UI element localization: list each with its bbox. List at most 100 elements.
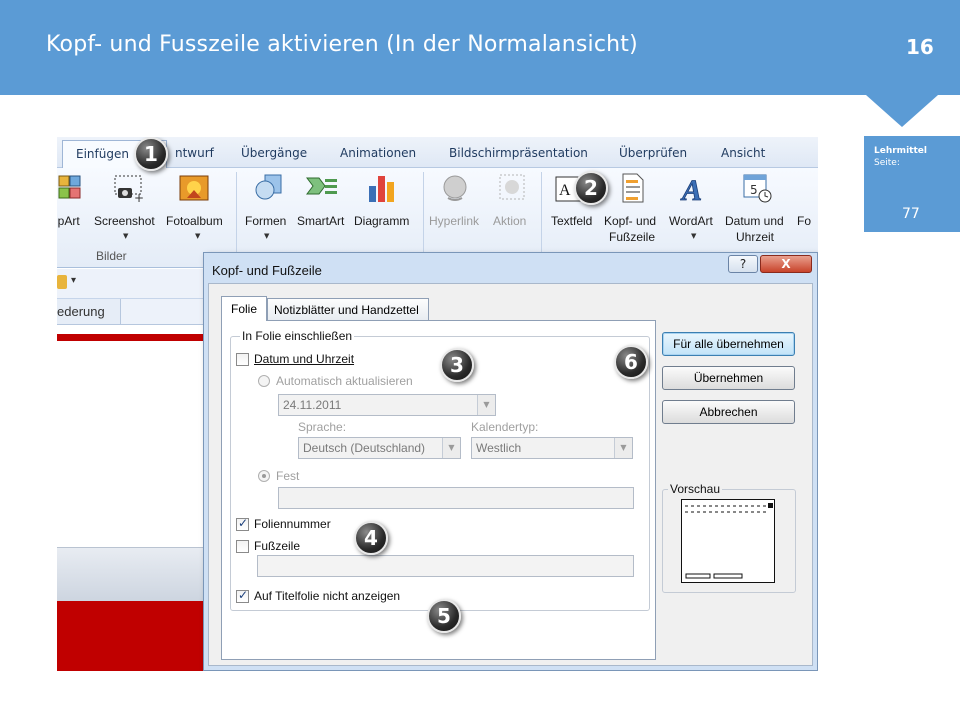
chart-icon[interactable]: [366, 172, 400, 208]
clipart-label[interactable]: ipArt: [57, 214, 80, 228]
slide-number-label[interactable]: Foliennummer: [254, 517, 331, 531]
header-arrow-decoration: [866, 95, 938, 127]
group-separator: [423, 172, 424, 262]
svg-text:5: 5: [750, 183, 758, 197]
chevron-down-icon[interactable]: ▼: [614, 438, 632, 458]
tab-folie-label: Folie: [231, 302, 258, 316]
date-format-select[interactable]: 24.11.2011 ▼: [278, 394, 496, 416]
group-separator: [541, 172, 542, 262]
calendar-value: Westlich: [476, 441, 522, 455]
date-format-value: 24.11.2011: [283, 398, 342, 412]
svg-text:+: +: [134, 191, 144, 204]
tab-notes-label: Notizblätter und Handzettel: [274, 303, 419, 317]
header-footer-label-2[interactable]: Fußzeile: [609, 230, 655, 244]
hide-title-slide-checkbox[interactable]: [236, 588, 249, 603]
date-time-icon[interactable]: 5: [741, 172, 773, 208]
tab-folie[interactable]: Folie: [221, 296, 267, 321]
chevron-down-icon[interactable]: ▼: [477, 395, 495, 415]
shapes-label[interactable]: Formen: [245, 214, 286, 228]
hyperlink-icon[interactable]: [440, 174, 470, 208]
header-footer-label-1[interactable]: Kopf- und: [604, 214, 656, 228]
reference-box: Lehrmittel Seite: 77: [864, 136, 960, 232]
shapes-icon[interactable]: [253, 172, 285, 208]
apply-all-button[interactable]: Für alle übernehmen: [662, 332, 795, 356]
tab-bildschirmpraesentation[interactable]: Bildschirmpräsentation: [449, 146, 588, 160]
smartart-label[interactable]: SmartArt: [297, 214, 344, 228]
screenshot-icon[interactable]: +: [112, 174, 146, 208]
slide-number-checkbox[interactable]: [236, 516, 249, 531]
chart-label[interactable]: Diagramm: [354, 214, 409, 228]
shapes-dropdown-icon[interactable]: ▼: [264, 232, 269, 240]
hide-title-slide-label[interactable]: Auf Titelfolie nicht anzeigen: [254, 589, 400, 603]
wordart-icon[interactable]: A: [679, 172, 709, 208]
fixed-radio[interactable]: [258, 470, 270, 482]
notes-area: [57, 547, 207, 601]
slide-number-label-partial[interactable]: Fo: [797, 214, 811, 228]
slide-header: Kopf- und Fusszeile aktivieren (In der N…: [0, 0, 960, 95]
folder-icon[interactable]: [57, 275, 67, 289]
auto-update-label[interactable]: Automatisch aktualisieren: [276, 374, 413, 388]
include-group-label: In Folie einschließen: [240, 329, 355, 343]
wordart-dropdown-icon[interactable]: ▼: [691, 232, 696, 240]
reference-subtitle: Seite:: [874, 158, 900, 168]
page-number: 16: [906, 35, 934, 59]
date-time-label-2[interactable]: Uhrzeit: [736, 230, 774, 244]
date-time-label-1[interactable]: Datum und: [725, 214, 784, 228]
callout-badge-4: 4: [354, 521, 388, 555]
powerpoint-screenshot: Einfügen ntwurf Übergänge Animationen Bi…: [57, 137, 818, 671]
outline-tab[interactable]: ederung: [57, 299, 121, 325]
ribbon-tab-bar: Einfügen ntwurf Übergänge Animationen Bi…: [57, 137, 818, 169]
tab-notes-handouts[interactable]: Notizblätter und Handzettel: [267, 298, 429, 320]
action-label[interactable]: Aktion: [493, 214, 526, 228]
date-time-label[interactable]: Datum und Uhrzeit: [254, 352, 354, 366]
cancel-button[interactable]: Abbrechen: [662, 400, 795, 424]
photo-album-label[interactable]: Fotoalbum: [166, 214, 223, 228]
auto-update-radio[interactable]: [258, 375, 270, 387]
help-button[interactable]: ?: [728, 255, 758, 273]
language-select[interactable]: Deutsch (Deutschland) ▼: [298, 437, 461, 459]
dialog-title: Kopf- und Fußzeile: [212, 263, 322, 278]
tab-ueberpruefen[interactable]: Überprüfen: [619, 146, 687, 160]
fixed-label[interactable]: Fest: [276, 469, 299, 483]
language-label: Sprache:: [298, 420, 347, 434]
clipart-icon[interactable]: [57, 174, 83, 206]
tab-uebergaenge[interactable]: Übergänge: [241, 146, 307, 160]
photo-album-icon[interactable]: [177, 172, 211, 208]
language-value: Deutsch (Deutschland): [303, 441, 426, 455]
callout-badge-3: 3: [440, 348, 474, 382]
footer-checkbox[interactable]: [236, 540, 249, 553]
wordart-label[interactable]: WordArt: [669, 214, 713, 228]
customize-dropdown-icon[interactable]: ▾: [71, 275, 76, 286]
photo-album-dropdown-icon[interactable]: ▼: [195, 232, 200, 240]
reference-title: Lehrmittel: [874, 146, 927, 156]
tab-entwurf[interactable]: ntwurf: [175, 146, 214, 160]
header-footer-icon[interactable]: [620, 172, 646, 208]
callout-badge-6: 6: [614, 345, 648, 379]
chevron-down-icon[interactable]: ▼: [442, 438, 460, 458]
slide-thumbnail[interactable]: [57, 601, 207, 671]
preview-placeholders: [685, 503, 773, 579]
fixed-date-field[interactable]: [278, 487, 634, 509]
action-icon[interactable]: [497, 172, 527, 208]
svg-text:A: A: [680, 174, 702, 204]
screenshot-label[interactable]: Screenshot: [94, 214, 155, 228]
smartart-icon[interactable]: [305, 174, 339, 206]
tab-animationen[interactable]: Animationen: [340, 146, 416, 160]
tab-einfuegen-label: Einfügen: [76, 147, 129, 161]
screenshot-dropdown-icon[interactable]: ▼: [123, 232, 128, 240]
close-button[interactable]: X: [760, 255, 812, 273]
textbox-label[interactable]: Textfeld: [551, 214, 592, 228]
pane-tab-bar: [121, 299, 211, 325]
svg-text:A: A: [559, 182, 571, 199]
hyperlink-label[interactable]: Hyperlink: [429, 214, 479, 228]
footer-label[interactable]: Fußzeile: [254, 539, 300, 553]
slide: Kopf- und Fusszeile aktivieren (In der N…: [0, 0, 960, 720]
dialog-body: Folie Notizblätter und Handzettel In Fol…: [208, 283, 813, 666]
slide-thumbnail-strip: [57, 334, 207, 341]
date-time-checkbox[interactable]: [236, 353, 249, 366]
apply-button[interactable]: Übernehmen: [662, 366, 795, 390]
tab-ansicht[interactable]: Ansicht: [721, 146, 765, 160]
callout-badge-1: 1: [134, 137, 168, 171]
footer-text-field[interactable]: [257, 555, 634, 577]
calendar-select[interactable]: Westlich ▼: [471, 437, 633, 459]
